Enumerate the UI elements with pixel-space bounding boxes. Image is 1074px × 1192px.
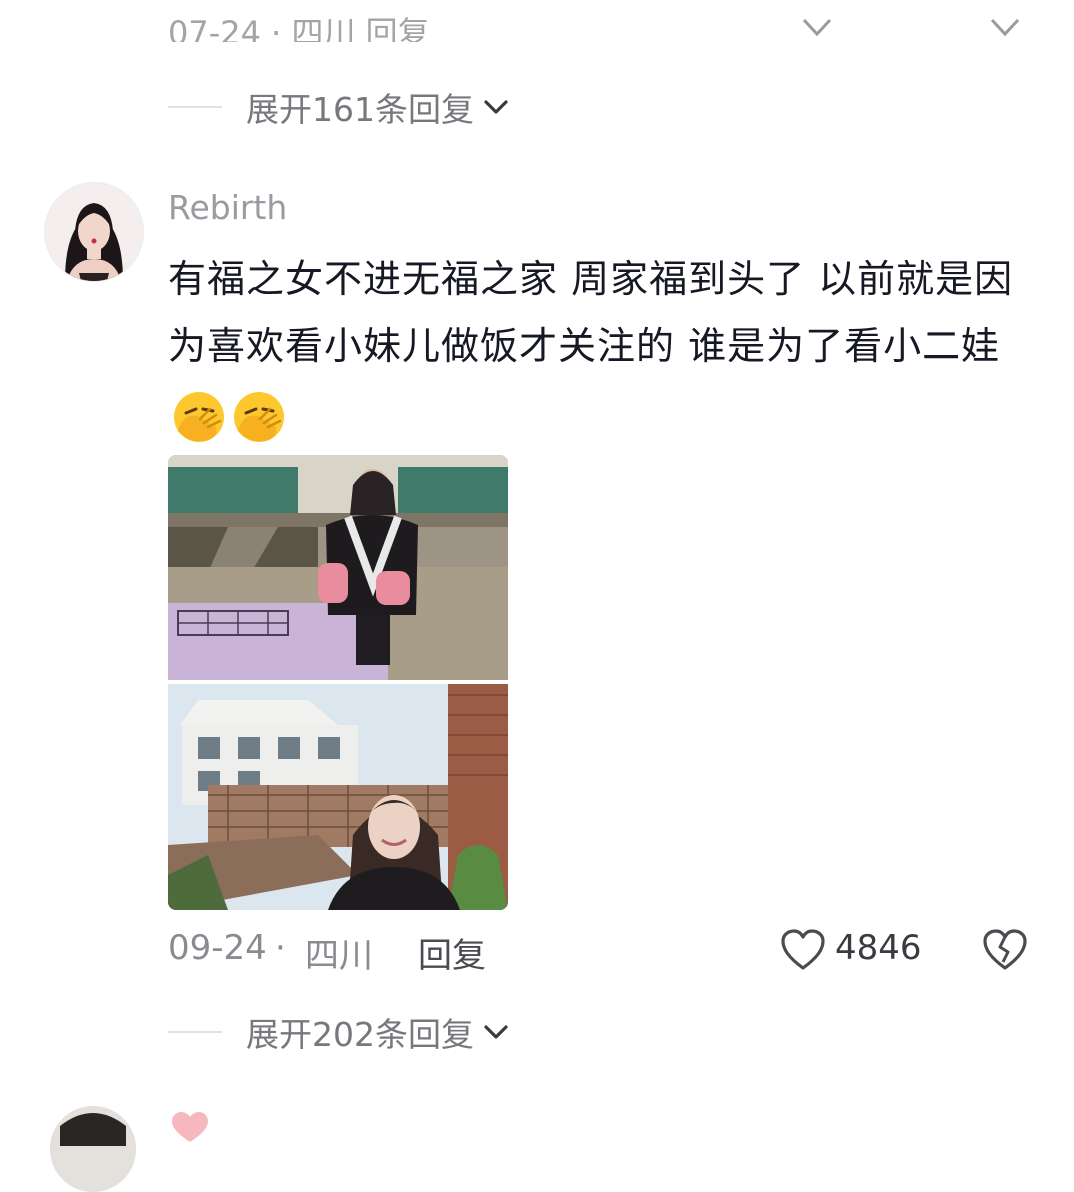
chevron-down-icon: [484, 1025, 508, 1039]
heart-badge-icon: [172, 1112, 208, 1142]
comment-date: 09-24: [168, 928, 267, 968]
facepalm-emoji-icon: [234, 391, 284, 442]
avatar[interactable]: [44, 182, 144, 282]
comment-username[interactable]: Rebirth: [168, 188, 287, 227]
divider-line: [168, 1031, 222, 1033]
divider-line: [168, 106, 222, 108]
broken-heart-icon[interactable]: [982, 928, 1028, 972]
expand-replies-label: 展开202条回复: [246, 1015, 474, 1054]
broken-heart-icon[interactable]: [988, 14, 1022, 38]
expand-replies-label: 展开161条回复: [246, 90, 474, 129]
heart-outline-icon[interactable]: [800, 14, 834, 38]
heart-outline-icon[interactable]: [780, 928, 826, 972]
next-comment-avatar[interactable]: [50, 1106, 136, 1192]
comment-location: 四川: [305, 936, 373, 976]
previous-comment-footer: 07-24 · 四川 回复: [0, 0, 1074, 42]
chevron-down-icon: [484, 100, 508, 114]
expand-replies-button[interactable]: 展开202条回复: [168, 1010, 510, 1054]
like-count: 4846: [835, 928, 922, 968]
comment-text: 有福之女不进无福之家 周家福到头了 以前就是因为喜欢看小妹儿做饭才关注的 谁是为…: [168, 257, 1014, 368]
reply-button[interactable]: 回复: [418, 928, 486, 977]
comment-body: 有福之女不进无福之家 周家福到头了 以前就是因为喜欢看小妹儿做饭才关注的 谁是为…: [168, 246, 1048, 447]
previous-comment-meta: 07-24 · 四川 回复: [168, 14, 430, 42]
comment-image[interactable]: [168, 455, 508, 910]
meta-separator: ·: [275, 928, 286, 968]
expand-replies-button[interactable]: 展开161条回复: [168, 85, 510, 129]
facepalm-emoji-icon: [174, 391, 224, 442]
